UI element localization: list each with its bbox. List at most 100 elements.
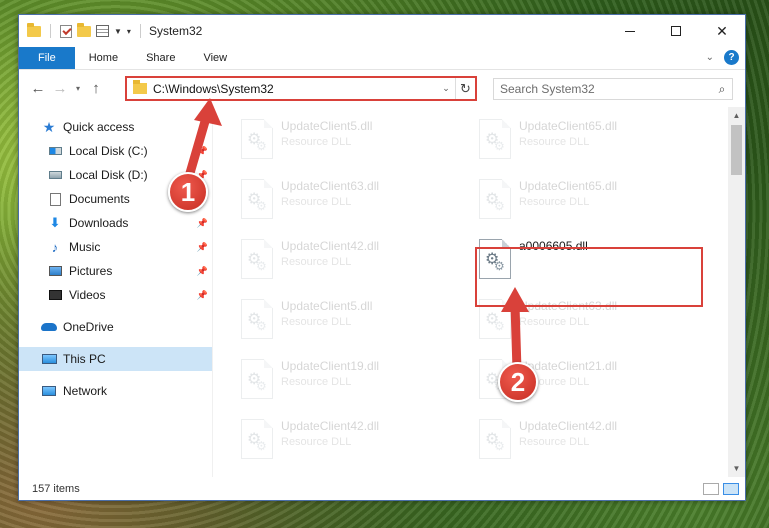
status-bar: 157 items (19, 477, 745, 500)
nav-gap (19, 307, 212, 315)
nav-label: Local Disk (D:) (69, 168, 148, 182)
tab-view[interactable]: View (189, 47, 241, 69)
file-explorer-window: ▼ ▾ System32 ✕ File Home Share View ⌄ ? … (18, 14, 746, 501)
file-name: UpdateClient5.dll (281, 119, 373, 133)
pin-icon[interactable]: 📌 (197, 266, 208, 277)
view-buttons (703, 482, 739, 495)
nav-label: Videos (69, 288, 106, 302)
search-box[interactable]: Search System32 ⌕ (493, 78, 733, 100)
network-icon (41, 386, 57, 396)
dll-file-icon: ⚙⚙ (479, 419, 511, 459)
nav-label: Pictures (69, 264, 113, 278)
step-2-badge: 2 (498, 362, 538, 402)
large-icons-view-icon[interactable] (723, 482, 739, 495)
pin-icon[interactable]: 📌 (197, 290, 208, 301)
local-disk-c-icon (47, 147, 63, 155)
file-list: ⚙ ⚙ UpdateClient5.dll Resource DLL ⚙ ⚙ Upda… (213, 107, 745, 477)
dll-file-icon: ⚙⚙ (241, 239, 273, 279)
dll-file-icon: ⚙⚙ (241, 359, 273, 399)
dll-file-icon: ⚙⚙ (479, 119, 511, 159)
refresh-icon[interactable]: ↻ (455, 78, 475, 99)
file-item[interactable]: ⚙ ⚙ UpdateClient19.dll Resource DLL (237, 355, 457, 407)
file-item[interactable]: ⚙ ⚙ UpdateClient63.dll Resource DLL (237, 175, 457, 227)
quick-access-toolbar: ▼ ▾ (19, 22, 145, 38)
dll-file-icon: ⚙⚙ (479, 179, 511, 219)
details-view-icon[interactable] (703, 482, 719, 495)
file-type: Resource DLL (519, 136, 590, 148)
pin-icon[interactable]: 📌 (197, 242, 208, 253)
music-icon: ♪ (51, 239, 59, 255)
minimize-icon (625, 30, 635, 32)
tab-share[interactable]: Share (132, 47, 189, 69)
up-button[interactable]: ↑ (85, 80, 107, 97)
scroll-down-icon[interactable]: ▼ (728, 460, 745, 477)
file-name: UpdateClient42.dll (281, 239, 380, 253)
nav-label: Network (63, 384, 108, 398)
file-name: UpdateClient5.dll (281, 299, 373, 313)
toolbar-divider (139, 24, 141, 38)
recent-locations-chevron-icon[interactable]: ▾ (71, 84, 85, 93)
folder-icon (27, 22, 41, 37)
expand-ribbon-icon[interactable]: ⌄ (706, 52, 714, 63)
file-type: Resource DLL (281, 256, 352, 268)
address-dropdown-icon[interactable]: ⌄ (437, 83, 455, 94)
nav-item-videos[interactable]: Videos 📌 (19, 283, 212, 307)
file-item[interactable]: ⚙ ⚙ UpdateClient65.dll Resource DLL (475, 115, 695, 167)
customize-toolbar-icon[interactable]: ▾ (127, 27, 131, 36)
address-path[interactable]: C:\Windows\System32 (153, 82, 437, 96)
maximize-icon (671, 26, 681, 36)
properties-icon[interactable] (96, 25, 109, 37)
nav-item-downloads[interactable]: ⬇ Downloads 📌 (19, 211, 212, 235)
help-icon[interactable]: ? (724, 50, 739, 65)
address-bar[interactable]: C:\Windows\System32 ⌄ ↻ (125, 76, 477, 101)
vertical-scrollbar[interactable]: ▲ ▼ (728, 107, 745, 477)
properties-check-icon[interactable] (60, 24, 72, 38)
scroll-up-icon[interactable]: ▲ (728, 107, 745, 124)
nav-label: Documents (69, 192, 130, 206)
nav-label: Music (69, 240, 101, 254)
file-name: UpdateClient65.dll (519, 119, 618, 133)
nav-item-local-disk-c[interactable]: Local Disk (C:) 📌 (19, 139, 212, 163)
nav-network[interactable]: Network (19, 379, 212, 403)
file-item[interactable]: ⚙ ⚙ UpdateClient5.dll Resource DLL (237, 295, 457, 347)
file-name: UpdateClient42.dll (281, 419, 380, 433)
file-type: Resource DLL (281, 436, 352, 448)
tab-home[interactable]: Home (75, 47, 132, 69)
file-item[interactable]: ⚙ ⚙ UpdateClient5.dll Resource DLL (237, 115, 457, 167)
nav-item-pictures[interactable]: Pictures 📌 (19, 259, 212, 283)
new-folder-icon[interactable] (77, 22, 91, 37)
file-item[interactable]: ⚙ ⚙ UpdateClient42.dll Resource DLL (237, 235, 457, 287)
forward-button[interactable]: → (49, 80, 71, 97)
nav-label: OneDrive (63, 320, 114, 334)
chevron-down-icon[interactable]: ▼ (114, 27, 122, 36)
file-item[interactable]: ⚙ ⚙ UpdateClient65.dll Resource DLL (475, 175, 695, 227)
nav-item-music[interactable]: ♪ Music 📌 (19, 235, 212, 259)
maximize-button[interactable] (653, 15, 699, 47)
computer-icon (41, 354, 57, 364)
item-count: 157 items (32, 482, 80, 495)
pin-icon[interactable]: 📌 (197, 218, 208, 229)
close-button[interactable]: ✕ (699, 15, 745, 47)
scrollbar-thumb[interactable] (731, 125, 742, 175)
onedrive-cloud-icon (41, 323, 57, 331)
nav-this-pc[interactable]: This PC (19, 347, 212, 371)
nav-quick-access[interactable]: ★ Quick access (19, 115, 212, 139)
nav-onedrive[interactable]: OneDrive (19, 315, 212, 339)
window-title: System32 (148, 24, 203, 38)
step-1-badge: 1 (168, 172, 208, 212)
search-icon[interactable]: ⌕ (712, 82, 732, 97)
nav-label: Downloads (69, 216, 129, 230)
file-type: Resource DLL (281, 196, 352, 208)
pin-icon[interactable]: 📌 (197, 146, 208, 157)
file-item[interactable]: ⚙ ⚙ UpdateClient42.dll Resource DLL (237, 415, 457, 467)
file-highlight-box (475, 247, 703, 307)
back-button[interactable]: ← (27, 80, 49, 97)
file-item[interactable]: ⚙ ⚙ UpdateClient42.dll Resource DLL (475, 415, 695, 467)
folder-icon (133, 80, 147, 94)
downloads-icon: ⬇ (49, 215, 61, 230)
minimize-button[interactable] (607, 15, 653, 47)
local-disk-d-icon (47, 171, 63, 179)
file-type: Resource DLL (519, 196, 590, 208)
search-input[interactable]: Search System32 (500, 82, 712, 96)
tab-file[interactable]: File (19, 47, 75, 69)
